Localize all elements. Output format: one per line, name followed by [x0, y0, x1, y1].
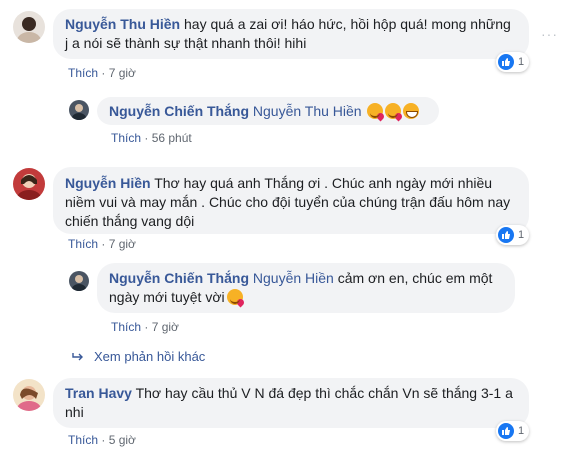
comment-bubble: Nguyễn Thu Hiền hay quá a zai ơi! háo hứ… — [53, 9, 529, 59]
kiss-emoji-icon — [385, 103, 404, 122]
comment-bubble: Tran Havy Thơ hay cầu thủ V N đá đẹp thì… — [53, 378, 529, 428]
kiss-emoji-icon — [226, 289, 246, 308]
reaction-count[interactable]: 1 — [496, 225, 530, 245]
mention-link[interactable]: Nguyễn Thu Hiền — [253, 103, 362, 119]
comment-author[interactable]: Nguyễn Hiền — [65, 175, 151, 191]
like-button[interactable]: Thích — [68, 433, 98, 447]
view-more-replies-link[interactable]: Xem phản hồi khác — [72, 349, 205, 364]
comment-actions: Thích · 56 phút — [111, 131, 192, 145]
like-icon — [498, 423, 514, 439]
comment-actions: Thích · 7 giờ — [111, 320, 179, 334]
comment-author[interactable]: Tran Havy — [65, 385, 132, 401]
like-button[interactable]: Thích — [68, 237, 98, 251]
like-button[interactable]: Thích — [111, 320, 141, 334]
comment-bubble: Nguyễn Hiền Thơ hay quá anh Thắng ơi . C… — [53, 167, 529, 234]
reaction-count[interactable]: 1 — [496, 52, 530, 72]
reply-arrow-icon — [72, 353, 83, 361]
avatar[interactable] — [13, 168, 45, 200]
like-button[interactable]: Thích — [68, 66, 98, 80]
avatar[interactable] — [69, 100, 89, 120]
comment-actions: Thích · 7 giờ — [68, 66, 136, 80]
timestamp[interactable]: 7 giờ — [152, 320, 179, 334]
timestamp[interactable]: 56 phút — [152, 131, 192, 145]
like-icon — [498, 227, 514, 243]
avatar[interactable] — [13, 379, 45, 411]
comment-author[interactable]: Nguyễn Chiến Thắng — [109, 103, 249, 119]
like-icon — [498, 54, 514, 70]
grin-emoji-icon — [403, 103, 420, 119]
more-options-icon[interactable]: ··· — [541, 26, 558, 42]
avatar[interactable] — [13, 11, 45, 43]
reply-bubble: Nguyễn Chiến Thắng Nguyễn Thu Hiền — [97, 97, 439, 125]
like-button[interactable]: Thích — [111, 131, 141, 145]
reply-bubble: Nguyễn Chiến Thắng Nguyễn Hiền cảm ơn en… — [97, 263, 515, 313]
comment-author[interactable]: Nguyễn Chiến Thắng — [109, 270, 249, 286]
comment-actions: Thích · 7 giờ — [68, 237, 136, 251]
comment-text: Thơ hay cầu thủ V N đá đẹp thì chắc chắn… — [65, 385, 513, 420]
comment-author[interactable]: Nguyễn Thu Hiền — [65, 16, 180, 32]
timestamp[interactable]: 5 giờ — [109, 433, 136, 447]
mention-link[interactable]: Nguyễn Hiền — [253, 270, 334, 286]
kiss-emoji-icon — [367, 103, 386, 122]
comment-actions: Thích · 5 giờ — [68, 433, 136, 447]
timestamp[interactable]: 7 giờ — [109, 237, 136, 251]
timestamp[interactable]: 7 giờ — [109, 66, 136, 80]
avatar[interactable] — [69, 271, 89, 291]
reaction-count[interactable]: 1 — [496, 421, 530, 441]
